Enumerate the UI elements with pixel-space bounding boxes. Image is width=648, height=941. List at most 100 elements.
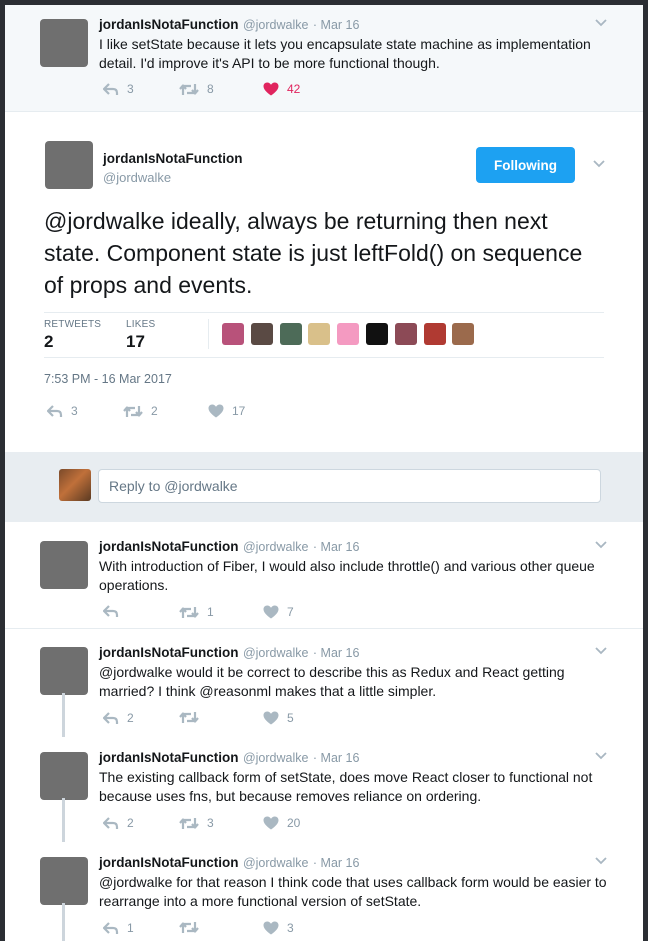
chevron-down-icon[interactable] bbox=[595, 541, 607, 549]
retweets-stat[interactable]: 2 bbox=[44, 332, 53, 352]
tweet-timestamp: 7:53 PM - 16 Mar 2017 bbox=[44, 372, 172, 386]
retweet-button[interactable] bbox=[179, 921, 207, 934]
liker-avatar[interactable] bbox=[423, 323, 446, 345]
author-handle[interactable]: @jordwalke bbox=[243, 18, 309, 32]
like-button[interactable]: 20 bbox=[263, 816, 300, 830]
thread-connector bbox=[62, 798, 65, 842]
tweet-date[interactable]: · Mar 16 bbox=[313, 856, 360, 870]
like-button[interactable]: 7 bbox=[263, 605, 294, 619]
retweet-button[interactable]: 3 bbox=[179, 816, 214, 830]
like-button[interactable]: 17 bbox=[208, 404, 245, 418]
reply-compose-area: Reply to @jordwalke bbox=[5, 452, 643, 522]
like-button[interactable]: 5 bbox=[263, 711, 294, 725]
reply-button[interactable]: 3 bbox=[103, 82, 134, 96]
heart-icon bbox=[263, 816, 279, 830]
liker-avatar[interactable] bbox=[279, 323, 302, 345]
liker-avatar[interactable] bbox=[366, 323, 388, 345]
tweet-date[interactable]: · Mar 16 bbox=[313, 540, 360, 554]
heart-filled-icon bbox=[263, 82, 279, 96]
author-handle[interactable]: @jordwalke bbox=[243, 540, 309, 554]
author-name[interactable]: jordanIsNotaFunction bbox=[99, 855, 239, 870]
tweet-header: jordanIsNotaFunction @jordwalke · Mar 16 bbox=[99, 16, 359, 34]
tweet-header: jordanIsNotaFunction @jordwalke · Mar 16 bbox=[99, 854, 359, 872]
current-user-avatar bbox=[59, 469, 91, 501]
divider bbox=[44, 357, 604, 358]
reply-count: 2 bbox=[127, 816, 134, 830]
tweet-date[interactable]: · Mar 16 bbox=[313, 646, 360, 660]
retweet-button[interactable]: 8 bbox=[179, 82, 214, 96]
like-button[interactable]: 3 bbox=[263, 921, 294, 935]
tweet-header: jordanIsNotaFunction @jordwalke · Mar 16 bbox=[99, 538, 359, 556]
liker-avatar[interactable] bbox=[308, 323, 331, 345]
reply-button[interactable]: 2 bbox=[103, 816, 134, 830]
reply-count: 3 bbox=[127, 82, 134, 96]
retweet-button[interactable]: 2 bbox=[123, 404, 158, 418]
retweets-label[interactable]: RETWEETS bbox=[44, 319, 101, 330]
main-tweet-text: @jordwalke ideally, always be returning … bbox=[44, 208, 583, 298]
like-button[interactable]: 42 bbox=[263, 82, 300, 96]
likes-label[interactable]: LIKES bbox=[126, 319, 155, 330]
reply-input[interactable]: Reply to @jordwalke bbox=[98, 469, 601, 503]
tweet-modal: jordanIsNotaFunction @jordwalke · Mar 16… bbox=[5, 5, 643, 941]
chevron-down-icon[interactable] bbox=[593, 160, 605, 168]
retweet-icon bbox=[123, 405, 143, 417]
reply-count: 1 bbox=[127, 921, 134, 935]
reply-button[interactable]: 1 bbox=[103, 921, 134, 935]
avatar[interactable] bbox=[40, 647, 88, 695]
author-handle[interactable]: @jordwalke bbox=[243, 751, 309, 765]
heart-icon bbox=[208, 404, 224, 418]
heart-icon bbox=[263, 605, 279, 619]
following-button[interactable]: Following bbox=[476, 147, 575, 183]
thread-connector bbox=[62, 903, 65, 941]
tweet-text: @jordwalke would it be correct to descri… bbox=[99, 664, 565, 699]
avatar[interactable] bbox=[40, 19, 88, 67]
retweet-icon bbox=[179, 817, 199, 829]
retweet-count: 8 bbox=[207, 82, 214, 96]
reply-icon bbox=[47, 404, 63, 417]
liker-avatar[interactable] bbox=[452, 323, 475, 345]
tweet-date[interactable]: · Mar 16 bbox=[313, 18, 360, 32]
avatar[interactable] bbox=[40, 857, 88, 905]
reply-button[interactable]: 2 bbox=[103, 711, 134, 725]
main-tweet-avatar[interactable] bbox=[45, 141, 93, 189]
retweet-button[interactable]: 1 bbox=[179, 605, 214, 619]
tweet-text: I like setState because it lets you enca… bbox=[99, 36, 591, 71]
reply-button[interactable] bbox=[103, 605, 127, 618]
chevron-down-icon[interactable] bbox=[595, 752, 607, 760]
parent-tweet[interactable]: jordanIsNotaFunction @jordwalke · Mar 16… bbox=[5, 5, 643, 112]
author-handle[interactable]: @jordwalke bbox=[243, 646, 309, 660]
avatar[interactable] bbox=[40, 541, 88, 589]
reply-icon bbox=[103, 605, 119, 617]
reply-tweet[interactable]: jordanIsNotaFunction @jordwalke · Mar 16… bbox=[5, 527, 643, 632]
chevron-down-icon[interactable] bbox=[595, 857, 607, 865]
tweet-text: The existing callback form of setState, … bbox=[99, 769, 593, 804]
author-name[interactable]: jordanIsNotaFunction bbox=[99, 645, 239, 660]
liker-avatar[interactable] bbox=[394, 323, 417, 345]
author-name[interactable]: jordanIsNotaFunction bbox=[99, 17, 239, 32]
retweet-count: 3 bbox=[207, 816, 214, 830]
chevron-down-icon[interactable] bbox=[595, 647, 607, 655]
liker-avatar[interactable] bbox=[222, 323, 244, 345]
chevron-down-icon[interactable] bbox=[595, 19, 607, 27]
reply-tweet[interactable]: jordanIsNotaFunction @jordwalke · Mar 16… bbox=[5, 633, 643, 738]
like-count: 17 bbox=[232, 404, 246, 418]
retweet-button[interactable] bbox=[179, 711, 207, 724]
author-name[interactable]: jordanIsNotaFunction bbox=[99, 750, 239, 765]
reply-icon bbox=[103, 82, 119, 95]
avatar[interactable] bbox=[40, 752, 88, 800]
tweet-date[interactable]: · Mar 16 bbox=[313, 751, 360, 765]
retweet-icon bbox=[179, 712, 199, 723]
likes-stat[interactable]: 17 bbox=[126, 332, 145, 352]
author-handle[interactable]: @jordwalke bbox=[243, 856, 309, 870]
reply-button[interactable]: 3 bbox=[47, 404, 78, 418]
reply-icon bbox=[103, 711, 119, 724]
liker-avatar[interactable] bbox=[250, 323, 273, 345]
reply-tweet[interactable]: jordanIsNotaFunction @jordwalke · Mar 16… bbox=[5, 843, 643, 941]
liker-avatar[interactable] bbox=[337, 323, 360, 345]
author-name[interactable]: jordanIsNotaFunction bbox=[99, 539, 239, 554]
reply-tweet[interactable]: jordanIsNotaFunction @jordwalke · Mar 16… bbox=[5, 738, 643, 843]
vertical-divider bbox=[208, 319, 209, 349]
main-author-handle[interactable]: @jordwalke bbox=[103, 170, 171, 185]
divider bbox=[44, 312, 604, 313]
main-author-name[interactable]: jordanIsNotaFunction bbox=[103, 151, 243, 166]
